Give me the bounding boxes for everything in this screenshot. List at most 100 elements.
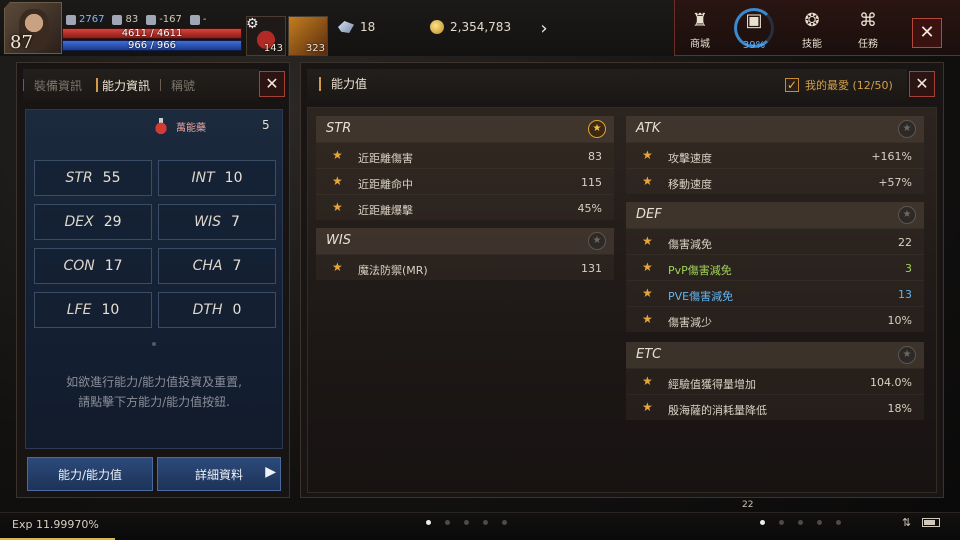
star-icon[interactable]: ★: [642, 148, 653, 162]
hp-text: 4611 / 4611: [121, 28, 183, 39]
page-dot[interactable]: [426, 520, 431, 525]
group-def: DEF ★ ★ 傷害減免 22 ★ PvP傷害減免 3 ★ PVE傷害減免 13 ★ 傷害減少 1…: [626, 202, 924, 332]
bag-icon: ♜: [691, 10, 709, 31]
star-icon[interactable]: ★: [642, 400, 653, 414]
signal-icon: ⇅: [902, 516, 912, 529]
stat-key: STR: [65, 170, 93, 186]
stat-int: INT 10: [158, 160, 276, 196]
page-dot[interactable]: [464, 520, 469, 525]
stat-value: 7: [230, 214, 240, 230]
menu-skill[interactable]: ❂ 技能: [788, 10, 836, 50]
stat-groups: STR ★ ★ 近距離傷害 83 ★ 近距離命中 115 ★ 近距離爆擊 45% WIS ★ ★…: [307, 107, 937, 493]
mp-text: 966 / 966: [128, 40, 176, 51]
detail-button[interactable]: 詳細資料 ▶: [157, 457, 281, 491]
group-title: WIS: [326, 233, 351, 248]
menu-quest[interactable]: ⌘ 任務: [844, 10, 892, 50]
row-label: PVE傷害減免: [668, 290, 734, 303]
stat-value: 10: [101, 302, 120, 318]
tab-ability[interactable]: 能力資訊: [92, 77, 160, 94]
group-title: ETC: [636, 347, 662, 362]
tab-title[interactable]: 稱號: [161, 77, 205, 94]
row-value: 13: [898, 288, 912, 301]
ability-button-label: 能力/能力值: [57, 467, 123, 482]
row-label: PvP傷害減免: [668, 264, 732, 277]
panel-title: 能力值: [319, 77, 367, 91]
star-icon[interactable]: ★: [332, 260, 343, 274]
crystal-value: 18: [360, 20, 376, 34]
gear-icon[interactable]: ⚙: [246, 16, 259, 32]
expand-arrow-button[interactable]: ›: [532, 16, 556, 42]
star-icon[interactable]: ★: [642, 374, 653, 388]
stat-wis: WIS 7: [158, 204, 276, 240]
page-dot[interactable]: [779, 520, 784, 525]
right-close-button[interactable]: ✕: [909, 71, 935, 97]
favorite-star-icon[interactable]: ★: [898, 346, 916, 364]
stat-str: STR 55: [34, 160, 152, 196]
star-icon[interactable]: ★: [332, 174, 343, 188]
page-dot[interactable]: [798, 520, 803, 525]
favorite-star-icon[interactable]: ★: [588, 232, 606, 250]
exp-text: Exp 11.99970%: [12, 518, 99, 531]
stat-sword-value: 83: [125, 14, 139, 25]
page-dot[interactable]: [817, 520, 822, 525]
elixir-label: 萬能藥: [176, 122, 206, 134]
info-tabs: 裝備資訊 能力資訊 稱號: [23, 69, 259, 101]
divider-dot: [152, 342, 156, 346]
crystal-counter: 18: [338, 20, 375, 34]
stat-helmet: -167: [146, 14, 182, 25]
page-dot[interactable]: [836, 520, 841, 525]
hint-line-2: 請點擊下方能力/能力值按鈕.: [78, 395, 230, 409]
favorite-star-icon[interactable]: ★: [898, 206, 916, 224]
star-icon[interactable]: ★: [642, 234, 653, 248]
tab-equipment[interactable]: 裝備資訊: [24, 77, 92, 94]
left-close-button[interactable]: ✕: [259, 71, 285, 97]
row-value: +161%: [871, 150, 912, 163]
page-dots-right: [760, 520, 841, 525]
scroll-slot-count: 323: [305, 43, 325, 54]
group-atk-header: ATK ★: [626, 116, 924, 142]
star-icon[interactable]: ★: [642, 312, 653, 326]
stat-row: ★ PVE傷害減免 13: [626, 280, 924, 306]
status-icons: 2767 83 -167 -: [66, 14, 207, 25]
star-icon[interactable]: ★: [642, 286, 653, 300]
stat-sword: 83: [112, 14, 138, 25]
page-dot[interactable]: [445, 520, 450, 525]
row-value: 3: [905, 262, 912, 275]
close-icon: ✕: [915, 74, 929, 93]
base-stats-area: 萬能藥 5 STR 55 INT 10 DEX 29 WIS 7 CON 17 CHA 7 …: [25, 109, 283, 449]
ability-button[interactable]: 能力/能力值: [27, 457, 153, 491]
menu-close-button[interactable]: ✕: [912, 18, 942, 48]
stat-key: CHA: [192, 258, 223, 274]
menu-inventory[interactable]: ▣: [730, 10, 778, 35]
row-label: 移動速度: [668, 178, 712, 191]
mini-count: 22: [742, 500, 754, 510]
star-icon[interactable]: ★: [642, 260, 653, 274]
stat-value: 0: [232, 302, 242, 318]
row-value: 104.0%: [870, 376, 912, 389]
stat-shield-value: 2767: [79, 14, 105, 25]
menu-shop[interactable]: ♜ 商城: [676, 10, 724, 50]
favorite-star-icon[interactable]: ★: [588, 120, 606, 138]
game-screen: 87 2767 83 -167 - 4611 / 4611 966 / 966 …: [0, 0, 960, 540]
page-dot[interactable]: [483, 520, 488, 525]
star-icon[interactable]: ★: [332, 148, 343, 162]
weight-percent: 39%: [742, 40, 766, 51]
star-icon[interactable]: ★: [642, 174, 653, 188]
scroll-slot[interactable]: 323: [288, 16, 328, 56]
group-etc-header: ETC ★: [626, 342, 924, 368]
group-wis-header: WIS ★: [316, 228, 614, 254]
page-dot[interactable]: [502, 520, 507, 525]
favorites-toggle[interactable]: ✓ 我的最愛 (12/50): [785, 77, 893, 93]
favorite-star-icon[interactable]: ★: [898, 120, 916, 138]
page-dot[interactable]: [760, 520, 765, 525]
stat-row: ★ 近距離傷害 83: [316, 142, 614, 168]
gold-value: 2,354,783: [450, 20, 512, 34]
backpack-icon: ▣: [745, 10, 763, 31]
row-label: 傷害減少: [668, 316, 712, 329]
stat-trophy-value: -: [202, 14, 207, 25]
gold-counter: 2,354,783: [430, 20, 511, 34]
star-icon[interactable]: ★: [332, 200, 343, 214]
stat-key: LFE: [66, 302, 92, 318]
stat-value: 29: [103, 214, 122, 230]
group-etc: ETC ★ ★ 經驗值獲得量增加 104.0% ★ 殷海薩的消耗量降低 18%: [626, 342, 924, 420]
